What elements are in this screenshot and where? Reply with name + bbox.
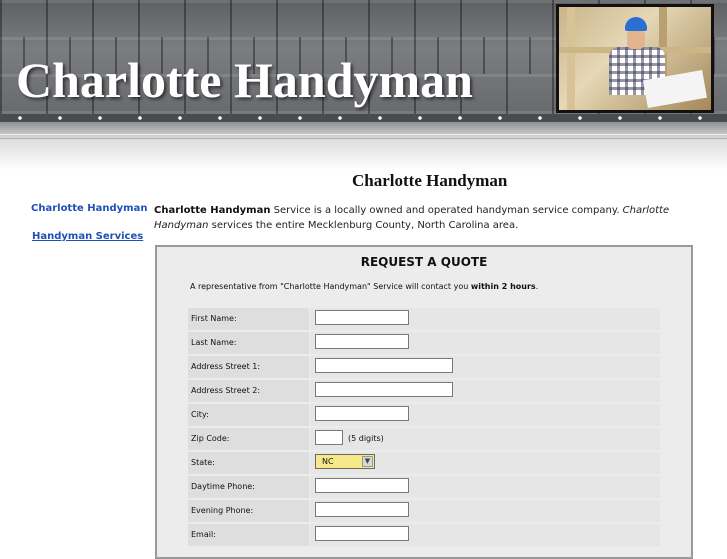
handyman-photo (556, 4, 714, 113)
evening-phone-label: Evening Phone: (191, 506, 254, 515)
form-row-evening-phone: Evening Phone: (188, 500, 660, 522)
state-select[interactable]: NC ▼ (315, 454, 375, 469)
city-field[interactable] (315, 406, 409, 421)
zip-label: Zip Code: (191, 434, 230, 443)
intro-brand: Charlotte Handyman (154, 205, 271, 216)
quote-note-prefix: A representative from "Charlotte Handyma… (190, 282, 471, 291)
form-row-city: City: (188, 404, 660, 426)
quote-note-bold: within 2 hours (470, 282, 536, 291)
first-name-label: First Name: (191, 314, 237, 323)
last-name-label: Last Name: (191, 338, 237, 347)
address-2-field[interactable] (315, 382, 453, 397)
intro-text-1: Service is a locally owned and operated … (270, 205, 623, 216)
daytime-phone-field[interactable] (315, 478, 409, 493)
intro-paragraph: Charlotte Handyman Service is a locally … (154, 203, 674, 233)
last-name-field[interactable] (315, 334, 409, 349)
quote-form: REQUEST A QUOTE A representative from "C… (155, 245, 693, 559)
city-label: City: (191, 410, 209, 419)
quote-form-note: A representative from "Charlotte Handyma… (190, 282, 538, 291)
form-row-address-1: Address Street 1: (188, 356, 660, 378)
zip-field[interactable] (315, 430, 343, 445)
zip-hint: (5 digits) (348, 434, 384, 443)
site-header: Charlotte Handyman (0, 0, 727, 122)
state-select-value: NC (322, 457, 334, 466)
address-1-field[interactable] (315, 358, 453, 373)
sidebar-item-handyman-services[interactable]: Handyman Services (32, 231, 143, 242)
evening-phone-field[interactable] (315, 502, 409, 517)
sidebar-item-charlotte-handyman[interactable]: Charlotte Handyman (31, 203, 147, 214)
quote-note-suffix: . (535, 282, 539, 291)
first-name-field[interactable] (315, 310, 409, 325)
form-row-email: Email: (188, 524, 660, 546)
email-label: Email: (191, 530, 216, 539)
form-row-last-name: Last Name: (188, 332, 660, 354)
form-row-daytime-phone: Daytime Phone: (188, 476, 660, 498)
chevron-down-icon[interactable]: ▼ (362, 456, 373, 467)
address-2-label: Address Street 2: (191, 386, 261, 395)
intro-text-2: services the entire Mecklenburg County, … (208, 220, 519, 231)
site-title: Charlotte Handyman (16, 52, 473, 108)
form-row-state: State: NC ▼ (188, 452, 660, 474)
form-row-zip: Zip Code: (5 digits) (188, 428, 660, 450)
address-1-label: Address Street 1: (191, 362, 261, 371)
quote-form-title: REQUEST A QUOTE (360, 255, 488, 269)
form-row-first-name: First Name: (188, 308, 660, 330)
page-title: Charlotte Handyman (352, 171, 508, 190)
header-band (0, 122, 727, 170)
form-row-address-2: Address Street 2: (188, 380, 660, 402)
header-divider (0, 114, 727, 122)
email-field[interactable] (315, 526, 409, 541)
state-label: State: (191, 458, 215, 467)
daytime-phone-label: Daytime Phone: (191, 482, 255, 491)
